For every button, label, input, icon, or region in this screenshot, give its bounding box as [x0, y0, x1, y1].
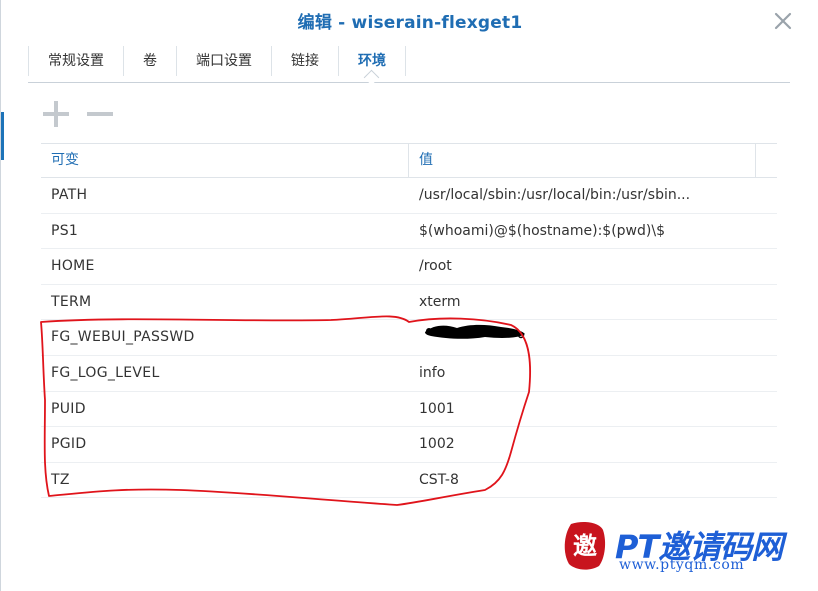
close-icon — [774, 12, 792, 30]
variable-value: /root — [419, 258, 452, 275]
table-header: 可变 值 — [41, 144, 777, 178]
variable-name: PATH — [51, 187, 88, 203]
table-row[interactable]: PUID 1001 — [41, 392, 777, 428]
variable-name: PGID — [51, 436, 87, 453]
table-row[interactable]: PS1 $(whoami)@$(hostname):$(pwd)\$ — [41, 214, 777, 250]
column-header-variable[interactable]: 可变 — [41, 144, 409, 177]
tab-port-settings[interactable]: 端口设置 — [177, 46, 272, 76]
environment-variables-table: 可变 值 PATH /usr/local/sbin:/usr/local/bin… — [41, 143, 777, 499]
table-row[interactable]: TERM xterm — [41, 285, 777, 321]
table-row[interactable]: PATH /usr/local/sbin:/usr/local/bin:/usr… — [41, 178, 777, 214]
variable-name: PS1 — [51, 222, 79, 239]
remove-variable-button[interactable] — [83, 99, 115, 129]
variable-value: /usr/local/sbin:/usr/local/bin:/usr/sbin… — [419, 187, 691, 203]
site-watermark: 邀 PT邀请码网 www.ptyqm.com — [563, 520, 813, 580]
edit-container-dialog: 编辑 - wiserain-flexget1 常规设置 卷 端口设置 链接 环境… — [0, 0, 818, 591]
variable-name: FG_WEBUI_PASSWD — [51, 329, 195, 346]
env-toolbar — [41, 99, 115, 129]
watermark-url: www.ptyqm.com — [619, 557, 745, 573]
variable-name: FG_LOG_LEVEL — [51, 364, 160, 381]
table-row[interactable]: FG_LOG_LEVEL info — [41, 356, 777, 392]
variable-value: xterm — [419, 293, 461, 310]
tab-bar: 常规设置 卷 端口设置 链接 环境 — [28, 44, 790, 83]
tab-environment[interactable]: 环境 — [339, 46, 406, 76]
table-row[interactable]: TZ CST-8 — [41, 463, 777, 499]
table-row[interactable]: FG_WEBUI_PASSWD — [41, 320, 777, 356]
variable-name: TERM — [51, 293, 92, 310]
table-row[interactable]: PGID 1002 — [41, 427, 777, 463]
seal-logo: 邀 — [564, 522, 606, 570]
variable-value: 1002 — [419, 436, 455, 453]
svg-text:邀: 邀 — [573, 532, 597, 560]
variable-value: $(whoami)@$(hostname):$(pwd)\$ — [419, 222, 665, 239]
variable-name: PUID — [51, 400, 86, 417]
variable-value: 1001 — [419, 400, 455, 417]
password-redaction-scribble — [425, 324, 525, 339]
add-variable-button[interactable] — [41, 99, 73, 129]
variable-name: HOME — [51, 258, 95, 275]
dialog-title: 编辑 - wiserain-flexget1 — [297, 13, 523, 33]
tab-general-settings[interactable]: 常规设置 — [28, 46, 124, 76]
close-button[interactable] — [772, 10, 794, 32]
column-header-spacer — [756, 144, 777, 177]
tab-links[interactable]: 链接 — [272, 46, 339, 76]
variable-value: info — [419, 364, 446, 381]
variable-value: CST-8 — [419, 471, 459, 488]
table-row[interactable]: HOME /root — [41, 249, 777, 285]
background-window-edge-right — [804, 100, 818, 130]
tab-volume[interactable]: 卷 — [124, 46, 177, 76]
variable-name: TZ — [51, 471, 70, 488]
background-window-edge — [1, 112, 4, 160]
column-header-value[interactable]: 值 — [409, 144, 756, 177]
